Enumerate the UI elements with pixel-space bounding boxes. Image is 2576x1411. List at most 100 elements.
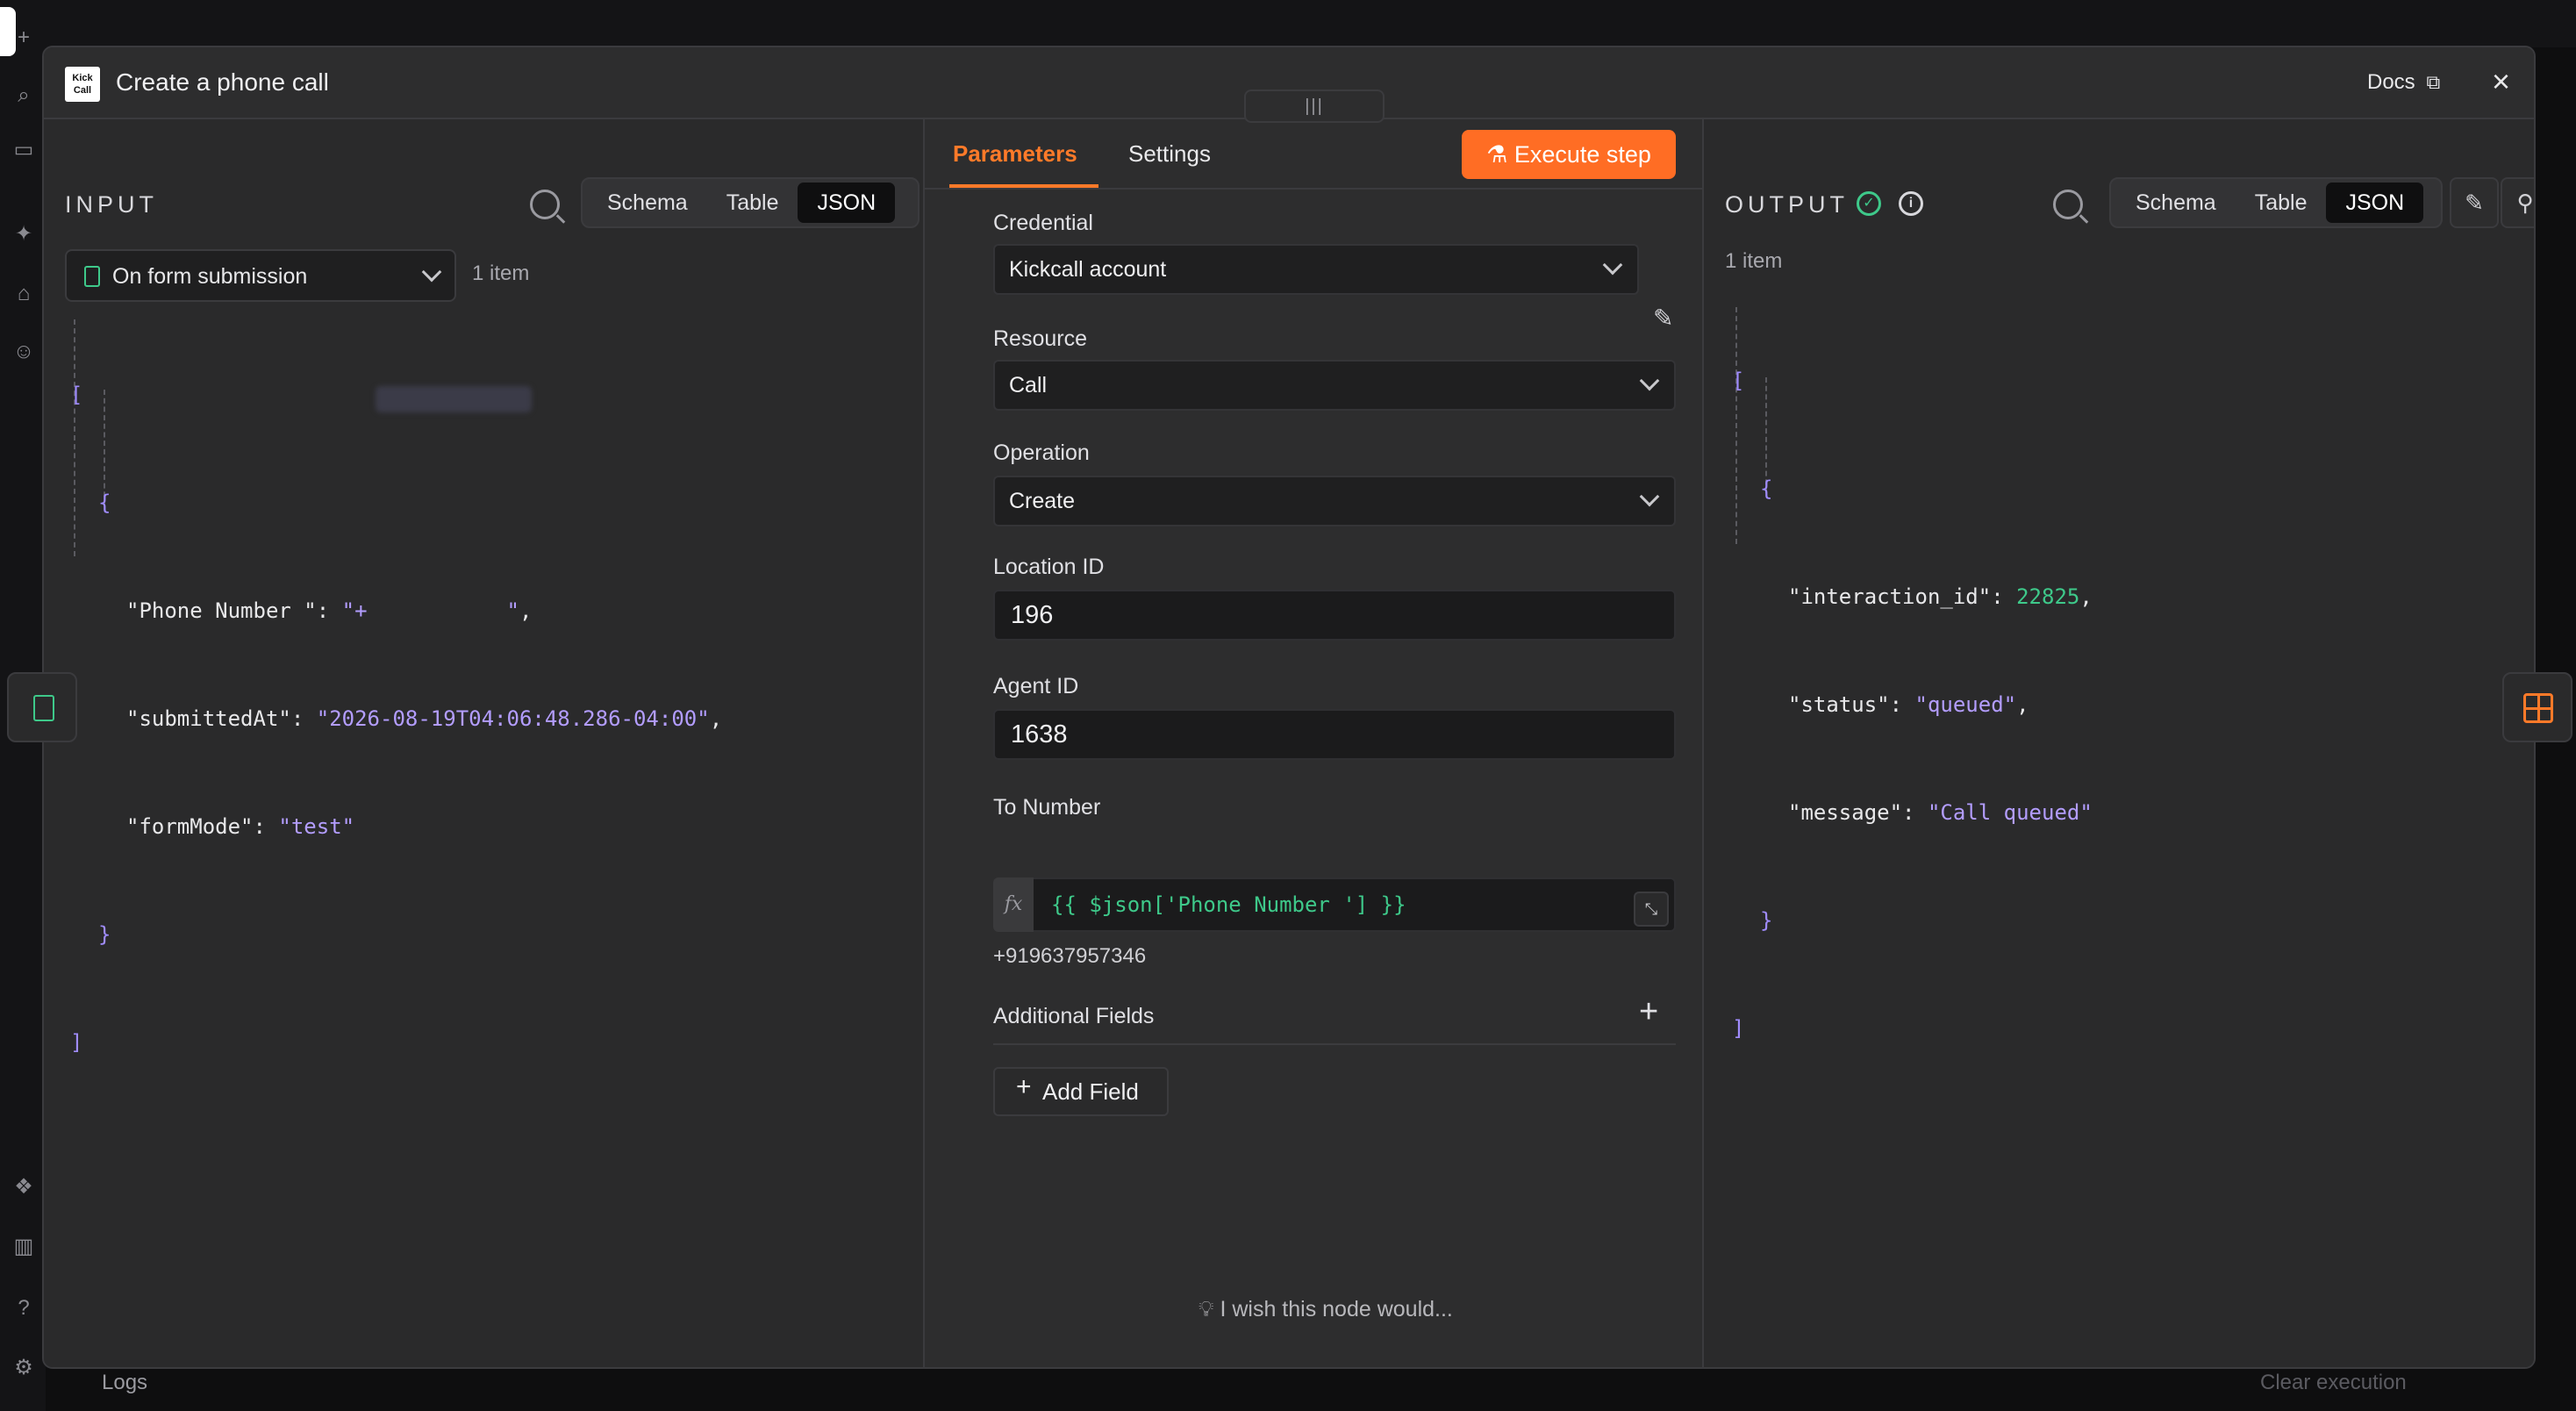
operation-select[interactable]: Create xyxy=(993,476,1676,526)
form-icon xyxy=(33,695,54,721)
tab-settings[interactable]: Settings xyxy=(1128,140,1211,168)
credential-label: Credential xyxy=(993,211,1093,235)
json-key: "message" xyxy=(1788,800,1903,825)
input-side-button[interactable] xyxy=(7,672,77,742)
json-bracket: [ xyxy=(1732,369,1745,393)
templates-icon[interactable]: ❖ xyxy=(12,1176,35,1199)
node-modal: Kick Call Create a phone call Docs ⧉ × I… xyxy=(42,46,2536,1369)
modal-title[interactable]: Create a phone call xyxy=(116,68,329,97)
json-key: "interaction_id" xyxy=(1788,584,1992,609)
json-bracket: ] xyxy=(70,1030,83,1055)
sparkle-icon[interactable]: ✦ xyxy=(12,223,35,246)
json-value: "Call queued" xyxy=(1927,800,2093,825)
output-tab-schema[interactable]: Schema xyxy=(2116,183,2236,223)
input-tab-schema[interactable]: Schema xyxy=(588,183,707,223)
edit-credential-icon[interactable]: ✎ xyxy=(1653,304,1673,333)
chevron-down-icon xyxy=(1639,370,1660,391)
external-link-icon: ⧉ xyxy=(2421,71,2441,93)
json-brace: { xyxy=(1760,476,1773,501)
additional-fields-divider xyxy=(993,1043,1676,1045)
json-brace: } xyxy=(1760,908,1773,933)
table-icon xyxy=(2523,693,2553,723)
execute-step-label: Execute step xyxy=(1513,141,1651,168)
edit-output-icon[interactable]: ✎ xyxy=(2450,177,2499,228)
json-value: 22825 xyxy=(2016,584,2080,609)
input-panel: INPUT Schema Table JSON On form submissi… xyxy=(44,119,923,1367)
resource-value: Call xyxy=(1009,373,1048,398)
chevron-down-icon xyxy=(421,261,442,283)
parameters-panel: Parameters Settings ⚗ Execute step Crede… xyxy=(923,119,1706,1367)
json-key: "Phone Number " xyxy=(126,598,317,623)
operation-value: Create xyxy=(1009,489,1076,513)
output-side-button[interactable] xyxy=(2502,672,2572,742)
json-row: "submittedAt": "2026-08-19T04:06:48.286-… xyxy=(126,706,723,731)
insights-icon[interactable]: ▥ xyxy=(12,1236,35,1258)
agent-id-label: Agent ID xyxy=(993,674,1079,698)
settings-gear-icon[interactable]: ⚙ xyxy=(12,1357,35,1379)
json-value: "+ " xyxy=(341,598,519,623)
search-icon[interactable] xyxy=(2053,190,2083,219)
add-additional-field-icon[interactable]: + xyxy=(1639,993,1658,1031)
open-expression-editor-icon[interactable]: ⤡ xyxy=(1634,892,1669,927)
info-icon[interactable]: i xyxy=(1899,191,1923,216)
json-key: "status" xyxy=(1788,692,1890,717)
app-top-bar xyxy=(0,0,2576,47)
resource-label: Resource xyxy=(993,326,1087,351)
home-icon[interactable]: ⌂ xyxy=(12,283,35,305)
json-row: "formMode": "test" xyxy=(126,814,355,839)
clear-execution-button[interactable]: Clear execution xyxy=(2260,1371,2407,1395)
agent-id-input[interactable]: 1638 xyxy=(993,709,1676,760)
form-icon xyxy=(84,266,100,287)
user-icon[interactable]: ☺ xyxy=(12,340,35,363)
json-bracket: ] xyxy=(1732,1016,1745,1041)
credential-value: Kickcall account xyxy=(1009,257,1167,282)
output-tab-table[interactable]: Table xyxy=(2236,183,2327,223)
feedback-link[interactable]: 💡︎ I wish this node would... xyxy=(1199,1297,1453,1322)
search-icon[interactable] xyxy=(530,190,560,219)
logs-label[interactable]: Logs xyxy=(102,1371,147,1395)
resource-select[interactable]: Call xyxy=(993,360,1676,411)
docs-label: Docs xyxy=(2367,70,2415,94)
flask-icon: ⚗ xyxy=(1486,141,1514,168)
to-number-expression: {{ $json['Phone Number '] }} xyxy=(1051,892,1406,917)
to-number-preview: +919637957346 xyxy=(993,944,1147,968)
chevron-down-icon xyxy=(1639,486,1660,507)
json-value: "2026-08-19T04:06:48.286-04:00" xyxy=(316,706,710,731)
operation-label: Operation xyxy=(993,440,1090,465)
search-icon[interactable]: ⌕ xyxy=(12,84,35,107)
input-label: INPUT xyxy=(65,191,158,218)
json-key: "submittedAt" xyxy=(126,706,291,731)
input-tab-table[interactable]: Table xyxy=(707,183,798,223)
output-tab-json[interactable]: JSON xyxy=(2326,183,2424,223)
location-id-input[interactable]: 196 xyxy=(993,590,1676,641)
credential-select[interactable]: Kickcall account xyxy=(993,244,1639,295)
help-icon[interactable]: ? xyxy=(12,1297,35,1320)
trigger-node-select[interactable]: On form submission xyxy=(65,249,456,302)
input-item-count: 1 item xyxy=(472,261,530,285)
json-row: "message": "Call queued" xyxy=(1788,800,2093,825)
tab-parameters[interactable]: Parameters xyxy=(953,140,1077,168)
input-tab-json[interactable]: JSON xyxy=(798,183,896,223)
json-key: "formMode" xyxy=(126,814,254,839)
output-json-view: [ { "interaction_id": 22825, "status": "… xyxy=(1732,291,2093,1119)
json-row: "interaction_id": 22825, xyxy=(1788,584,2093,609)
pin-icon[interactable]: ⚲ xyxy=(2501,177,2534,228)
kickcall-logo: Kick Call xyxy=(65,67,100,102)
panel-drag-handle[interactable]: ||| xyxy=(1244,90,1385,123)
json-bracket: [ xyxy=(70,383,83,407)
json-value: "queued" xyxy=(1914,692,2017,717)
input-json-view: [ { "Phone Number ": "+ ", "submittedAt"… xyxy=(70,305,722,1133)
json-row: "status": "queued", xyxy=(1788,692,2029,717)
plus-icon: + xyxy=(1016,1072,1032,1101)
docs-link[interactable]: Docs ⧉ xyxy=(2367,70,2440,95)
input-view-switcher: Schema Table JSON xyxy=(581,177,919,228)
panel-icon[interactable]: ▭ xyxy=(12,139,35,161)
trigger-node-label: On form submission xyxy=(112,264,308,289)
execute-step-button[interactable]: ⚗ Execute step xyxy=(1462,130,1676,179)
fx-icon: fx xyxy=(993,877,1034,932)
output-view-switcher: Schema Table JSON xyxy=(2109,177,2443,228)
to-number-label: To Number xyxy=(993,795,1101,820)
additional-fields-label: Additional Fields xyxy=(993,1004,1155,1028)
close-icon[interactable]: × xyxy=(2492,63,2510,100)
location-id-label: Location ID xyxy=(993,555,1105,579)
